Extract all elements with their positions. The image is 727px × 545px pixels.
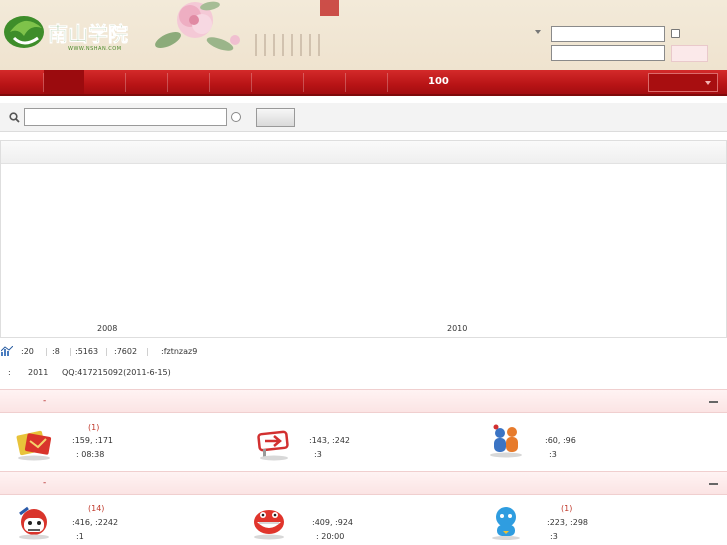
stat-topics: :5163 [75,347,99,356]
grin-face-icon[interactable] [249,504,289,540]
stat-posts: :7602 [114,347,138,356]
logo-text: 南山学院 [48,22,128,46]
forum-last-post[interactable]: :3 [549,450,557,459]
notice-colon: : [8,368,11,377]
red-envelope-icon[interactable] [14,425,54,461]
chart-x-tick: 2010 [447,324,468,333]
chart-plot-area [1,164,726,314]
forum-group-header[interactable]: - [0,471,727,495]
nav-item-6[interactable] [252,73,304,92]
nav-item-2[interactable] [84,73,126,92]
forum-stats: :20 | :8 | :5163 | :7602 | :fztnzaz9 [0,344,727,360]
nav-item-top100[interactable]: 100 [428,76,449,87]
forum-new-count: (14) [88,504,105,513]
search-scope-radio[interactable] [231,112,241,122]
robot-icon[interactable] [486,504,526,540]
main-nav: 100 [0,70,727,96]
forum-counts: :416, :2242 [72,518,119,527]
remember-me-checkbox[interactable] [671,29,680,38]
stat-newest-member[interactable]: :fztnzaz9 [161,347,197,356]
forum-counts: :409, :924 [312,518,354,527]
login-type-dropdown-arrow[interactable] [535,30,541,34]
notice-qq: QQ:417215092(2011-6-15) [62,368,171,377]
notice-year: 2011 [28,368,49,377]
stat-divider: | [105,347,108,356]
peony-decoration [155,1,240,51]
forum-new-count: (1) [88,423,100,432]
stat-divider: | [69,347,72,356]
calligraphy-decoration [255,34,327,56]
stats-chart-panel: 2008 2010 [0,140,727,338]
forum-group-header[interactable]: - [0,389,727,413]
nav-item-7[interactable] [304,73,346,92]
stat-today: :20 [21,347,34,356]
forum-counts: :60, :96 [545,436,576,445]
chart-header [1,141,726,164]
arrow-sign-icon[interactable] [254,425,294,461]
forum-last-post[interactable]: :1 [76,532,84,541]
forum-group-title[interactable]: - [43,396,46,406]
username-field[interactable] [551,26,665,42]
site-header: 南山学院 WWW.NSHAN.COM [0,0,727,70]
forum-last-post[interactable]: :3 [314,450,322,459]
nav-item-3[interactable] [126,73,168,92]
nav-item-home[interactable] [44,70,84,94]
stat-divider: | [146,347,149,356]
forum-last-post[interactable]: :3 [550,532,558,541]
nav-item-4[interactable] [168,73,210,92]
forum-group-title[interactable]: - [43,478,46,488]
nav-item-8[interactable] [346,73,388,92]
nav-quick-dropdown[interactable] [648,73,718,92]
search-icon [9,112,20,123]
seal-stamp [320,0,339,16]
angry-face-icon[interactable] [14,504,54,540]
people-icon[interactable] [486,423,526,459]
search-button[interactable] [256,108,295,127]
nav-item-1[interactable] [0,73,44,92]
chart-x-tick: 2008 [97,324,118,333]
login-button[interactable] [671,45,708,62]
forum-counts: :223, :298 [547,518,589,527]
collapse-icon[interactable] [709,483,718,485]
search-input[interactable] [24,108,227,126]
forum-last-post[interactable]: : 08:38 [76,450,104,459]
search-bar [0,103,727,132]
forum-new-count: (1) [561,504,573,513]
forum-last-post[interactable]: : 20:00 [316,532,344,541]
stat-divider: | [45,347,48,356]
forum-counts: :159, :171 [72,436,114,445]
collapse-icon[interactable] [709,401,718,403]
stat-yesterday: :8 [52,347,60,356]
password-field[interactable] [551,45,665,61]
stats-chart-icon [1,346,13,356]
logo-url: WWW.NSHAN.COM [68,46,122,52]
forum-counts: :143, :242 [309,436,351,445]
nav-item-5[interactable] [210,73,252,92]
chevron-down-icon [705,81,711,85]
